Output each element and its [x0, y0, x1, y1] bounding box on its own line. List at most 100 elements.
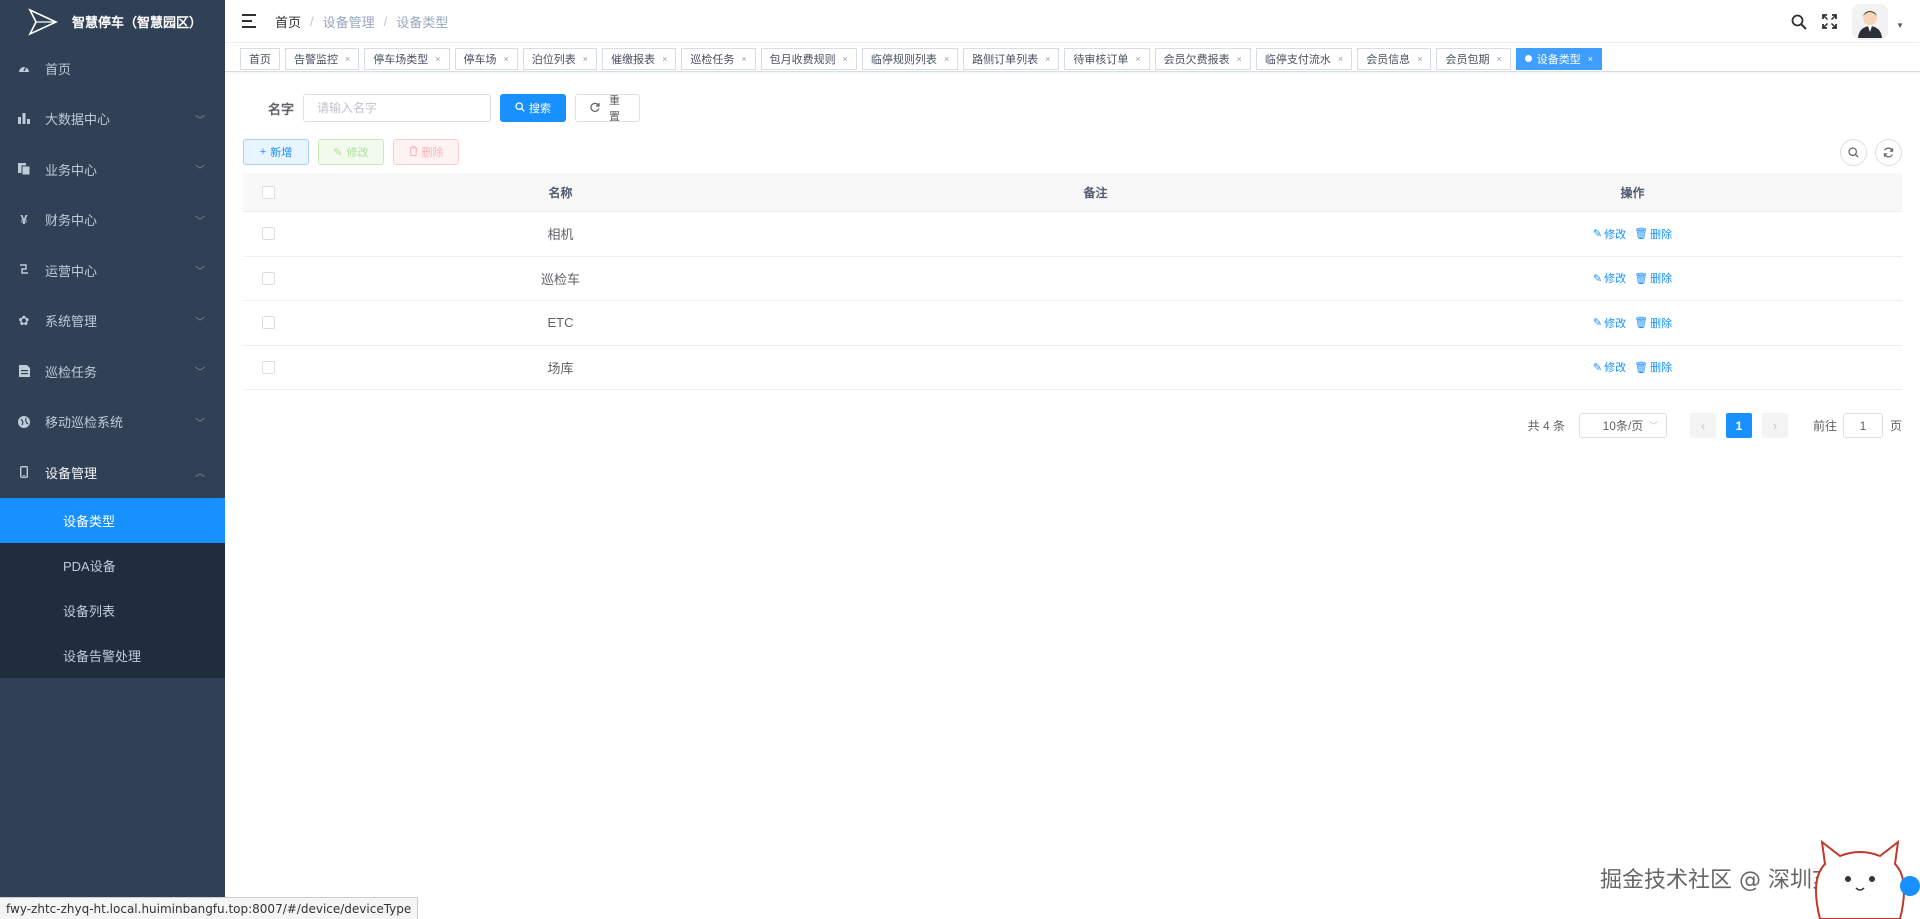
close-icon[interactable]: × [944, 54, 949, 64]
next-page-button[interactable]: › [1761, 413, 1788, 438]
tag-label: 路侧订单列表 [972, 53, 1039, 66]
navbar: 首页 / 设备管理 / 设备类型 ▼ [225, 0, 1920, 43]
operation-icon [18, 264, 30, 276]
tag-berth-list[interactable]: 泊位列表 × [522, 47, 598, 70]
tag-roadside-orders[interactable]: 路侧订单列表 × [963, 47, 1060, 70]
search-icon[interactable] [1784, 0, 1814, 43]
edit-icon: ✎ [1592, 228, 1603, 241]
row-delete-label: 删除 [1650, 362, 1673, 375]
sidebar-item-business[interactable]: 业务中心 ﹀ [0, 144, 225, 195]
row-delete-link[interactable]: 🗑 删除 [1634, 315, 1672, 331]
name-field-label: 名字 [268, 101, 295, 117]
row-edit-link[interactable]: ✎ 修改 [1593, 315, 1626, 331]
close-icon[interactable]: × [1237, 54, 1242, 64]
name-search-input[interactable] [303, 94, 492, 122]
app-title: 智慧停车（智慧园区） [72, 15, 203, 30]
goto-page-unit: 页 [1889, 419, 1902, 433]
hamburger-icon[interactable] [242, 14, 258, 28]
globe-icon [18, 415, 30, 428]
add-button[interactable]: + 新增 [243, 139, 309, 165]
sidebar-item-label: 系统管理 [45, 314, 98, 330]
sidebar-subitem-device-type[interactable]: 设备类型 [0, 497, 225, 543]
sidebar-subitem-pda-device[interactable]: PDA设备 [0, 542, 225, 588]
device-type-table: 名称 备注 操作 相机 ✎修改 🗑删除 巡检车 ✎修改 🗑删除 ETC [243, 173, 1902, 390]
tag-label: 告警监控 [294, 53, 338, 66]
tag-member-info[interactable]: 会员信息 × [1357, 47, 1432, 70]
close-icon[interactable]: × [583, 54, 588, 64]
tag-device-type[interactable]: 设备类型 × [1515, 47, 1602, 70]
tag-alarm-monitor[interactable]: 告警监控 × [285, 47, 360, 70]
tag-label: 会员信息 [1366, 53, 1411, 66]
tag-monthly-fee-rules[interactable]: 包月收费规则 × [760, 47, 857, 70]
sidebar-item-mobile-inspection[interactable]: 移动巡检系统 ﹀ [0, 397, 225, 448]
row-edit-link[interactable]: ✎ 修改 [1593, 226, 1626, 242]
table-row: 相机 ✎ 修改 🗑 删除 [243, 212, 1902, 257]
toggle-search-button[interactable] [1840, 139, 1867, 166]
tag-parking-type[interactable]: 停车场类型 × [364, 47, 450, 70]
close-icon[interactable]: × [1417, 54, 1422, 64]
sidebar-item-operation[interactable]: 运营中心 ﹀ [0, 245, 225, 296]
row-checkbox[interactable] [261, 316, 275, 330]
row-delete-link[interactable]: 🗑 删除 [1634, 359, 1672, 375]
fullscreen-icon[interactable] [1814, 0, 1844, 43]
tag-temp-payment-flow[interactable]: 临停支付流水 × [1255, 47, 1353, 70]
edit-button[interactable]: ✎ 修改 [318, 139, 384, 165]
close-icon[interactable]: × [504, 54, 509, 64]
close-icon[interactable]: × [1338, 54, 1343, 64]
sidebar-item-label: 首页 [45, 61, 72, 77]
row-checkbox[interactable] [261, 360, 275, 374]
close-icon[interactable]: × [345, 54, 350, 64]
caret-down-icon[interactable]: ▼ [1896, 21, 1904, 30]
page-number-current[interactable]: 1 [1725, 413, 1752, 438]
tag-parking-lot[interactable]: 停车场 × [454, 47, 518, 70]
tag-pending-orders[interactable]: 待审核订单 × [1064, 47, 1150, 70]
row-delete-link[interactable]: 🗑 删除 [1634, 270, 1672, 286]
gear-icon: ✿ [18, 312, 30, 328]
sidebar-item-system[interactable]: ✿ 系统管理 ﹀ [0, 296, 225, 347]
tag-temp-parking-rules[interactable]: 临停规则列表 × [861, 47, 959, 70]
add-button-label: 新增 [270, 147, 293, 159]
delete-button-label: 删除 [421, 147, 444, 159]
cell-actions: ✎ 修改 🗑 删除 [1363, 315, 1902, 331]
tag-member-arrears-report[interactable]: 会员欠费报表 × [1154, 47, 1251, 70]
search-button[interactable]: 搜索 [500, 94, 567, 122]
goto-page-input[interactable] [1842, 413, 1883, 438]
close-icon[interactable]: × [1496, 54, 1501, 64]
close-icon[interactable]: × [741, 54, 746, 64]
close-icon[interactable]: × [435, 54, 440, 64]
tag-label: 包月收费规则 [769, 53, 836, 66]
app-logo[interactable]: 智慧停车（智慧园区） [0, 0, 225, 43]
tag-member-package[interactable]: 会员包期 × [1436, 47, 1511, 70]
sidebar-item-home[interactable]: 首页 [0, 43, 225, 94]
close-icon[interactable]: × [662, 54, 667, 64]
breadcrumb-item-home[interactable]: 首页 [275, 12, 301, 31]
row-check-cell [243, 227, 293, 241]
sidebar-item-inspection-task[interactable]: 巡检任务 ﹀ [0, 346, 225, 397]
reset-button[interactable]: 重置 [575, 94, 641, 123]
tag-collection-report[interactable]: 催缴报表 × [602, 47, 677, 70]
row-delete-link[interactable]: 🗑 删除 [1634, 226, 1672, 242]
sidebar-subitem-device-alarm[interactable]: 设备告警处理 [0, 632, 225, 678]
row-checkbox[interactable] [261, 271, 275, 285]
refresh-button[interactable] [1875, 139, 1902, 166]
sidebar-item-device-management[interactable]: 设备管理 ︿ [0, 447, 225, 498]
tag-inspection-task[interactable]: 巡检任务 × [681, 47, 756, 70]
sidebar-subitem-device-list[interactable]: 设备列表 [0, 587, 225, 633]
delete-button[interactable]: 删除 [393, 139, 459, 165]
avatar[interactable] [1852, 3, 1889, 40]
page-size-select[interactable]: 10条/页 ﹀ [1578, 413, 1667, 438]
tag-home[interactable]: 首页 [240, 47, 280, 70]
prev-page-button[interactable]: ‹ [1689, 413, 1716, 438]
row-edit-link[interactable]: ✎ 修改 [1593, 359, 1626, 375]
close-icon[interactable]: × [1135, 54, 1140, 64]
row-edit-link[interactable]: ✎ 修改 [1593, 270, 1626, 286]
search-icon [515, 101, 525, 115]
close-icon[interactable]: × [1588, 54, 1593, 64]
select-all-checkbox[interactable] [261, 185, 275, 199]
close-icon[interactable]: × [1045, 54, 1050, 64]
sidebar-item-finance[interactable]: ¥ 财务中心 ﹀ [0, 195, 225, 246]
row-edit-label: 修改 [1604, 362, 1627, 375]
sidebar-item-bigdata[interactable]: 大数据中心 ﹀ [0, 94, 225, 145]
row-checkbox[interactable] [261, 227, 275, 241]
close-icon[interactable]: × [843, 54, 848, 64]
